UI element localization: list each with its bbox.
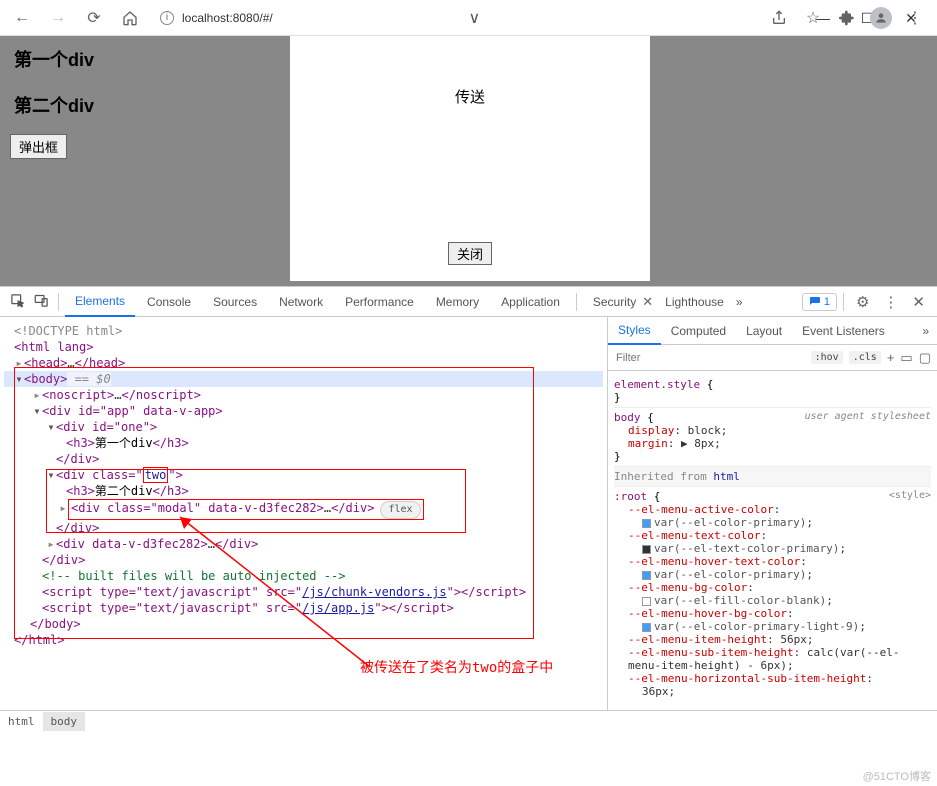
body-node[interactable]: <body> bbox=[24, 372, 67, 386]
styles-tabs-overflow[interactable]: » bbox=[914, 324, 937, 338]
styles-tab-styles[interactable]: Styles bbox=[608, 317, 661, 345]
modal-close-button[interactable]: 关闭 bbox=[448, 242, 492, 265]
tab-console[interactable]: Console bbox=[137, 287, 201, 317]
extensions-icon[interactable] bbox=[833, 4, 861, 32]
tab-performance[interactable]: Performance bbox=[335, 287, 424, 317]
breadcrumb: html body bbox=[0, 710, 937, 732]
tab-network[interactable]: Network bbox=[269, 287, 333, 317]
html-open[interactable]: <html lang> bbox=[14, 340, 93, 354]
watermark: @51CTO博客 bbox=[863, 768, 931, 784]
modal-title: 传送 bbox=[455, 86, 485, 107]
styles-panel: Styles Computed Layout Event Listeners »… bbox=[607, 317, 937, 710]
modal: 传送 关闭 bbox=[290, 36, 650, 281]
crumb-html[interactable]: html bbox=[0, 712, 43, 731]
reload-button[interactable]: ⟳ bbox=[80, 4, 108, 32]
flex-badge[interactable]: flex bbox=[380, 501, 420, 519]
menu-icon[interactable]: ⋮ bbox=[901, 4, 929, 32]
devtools-tab-bar: Elements Console Sources Network Perform… bbox=[0, 287, 937, 317]
security-close-icon[interactable]: ✕ bbox=[642, 294, 653, 310]
home-button[interactable] bbox=[116, 4, 144, 32]
device-toggle-icon[interactable] bbox=[30, 293, 52, 311]
page-viewport: 第一个div 第二个div 弹出框 传送 关闭 bbox=[0, 36, 937, 286]
annotation-text: 被传送在了类名为two的盒子中 bbox=[360, 660, 553, 676]
styles-filter-bar: :hov .cls + ▭ ▢ bbox=[608, 345, 937, 371]
popup-button[interactable]: 弹出框 bbox=[10, 134, 67, 159]
tab-elements[interactable]: Elements bbox=[65, 287, 135, 317]
styles-tabs: Styles Computed Layout Event Listeners » bbox=[608, 317, 937, 345]
tab-security[interactable]: Security bbox=[583, 287, 646, 317]
site-info-icon[interactable]: i bbox=[160, 11, 174, 25]
devtools-close-icon[interactable]: ✕ bbox=[906, 293, 931, 311]
modal-node-highlight[interactable]: <div class="modal" data-v-d3fec282>…</di… bbox=[68, 499, 424, 520]
share-icon[interactable] bbox=[765, 4, 793, 32]
styles-sidebar-toggle-icon[interactable]: ▢ bbox=[919, 350, 931, 366]
styles-tab-layout[interactable]: Layout bbox=[736, 317, 792, 345]
tab-sources[interactable]: Sources bbox=[203, 287, 267, 317]
url-bar: ← → ⟳ i localhost:8080/#/ ☆ ⋮ bbox=[0, 0, 937, 36]
styles-tab-computed[interactable]: Computed bbox=[661, 317, 736, 345]
back-button[interactable]: ← bbox=[8, 4, 36, 32]
inspect-icon[interactable] bbox=[6, 293, 28, 311]
computed-styles-icon[interactable]: ▭ bbox=[900, 350, 912, 366]
crumb-body[interactable]: body bbox=[43, 712, 86, 731]
url-text: localhost:8080/#/ bbox=[182, 11, 273, 25]
tab-lighthouse[interactable]: Lighthouse bbox=[655, 287, 734, 317]
doctype-node[interactable]: <!DOCTYPE html> bbox=[14, 324, 122, 338]
issues-badge[interactable]: 1 bbox=[802, 293, 837, 311]
styles-rules[interactable]: element.style {} user agent stylesheet b… bbox=[608, 371, 937, 710]
tabs-overflow-icon[interactable]: » bbox=[736, 295, 743, 309]
settings-gear-icon[interactable]: ⚙ bbox=[850, 293, 875, 311]
cls-toggle[interactable]: .cls bbox=[849, 351, 881, 364]
new-style-rule-icon[interactable]: + bbox=[887, 350, 895, 365]
profile-avatar[interactable] bbox=[867, 4, 895, 32]
devtools-menu-icon[interactable]: ⋮ bbox=[877, 293, 904, 311]
tab-memory[interactable]: Memory bbox=[426, 287, 489, 317]
hov-toggle[interactable]: :hov bbox=[811, 351, 843, 364]
two-class-highlight: two bbox=[143, 467, 169, 483]
dom-tree-panel[interactable]: <!DOCTYPE html> <html lang> ▸<head>…</he… bbox=[0, 317, 607, 710]
address-field[interactable]: i localhost:8080/#/ bbox=[152, 11, 757, 25]
styles-filter-input[interactable] bbox=[614, 350, 805, 366]
forward-button[interactable]: → bbox=[44, 4, 72, 32]
styles-tab-eventlisteners[interactable]: Event Listeners bbox=[792, 317, 895, 345]
bookmark-star-icon[interactable]: ☆ bbox=[799, 4, 827, 32]
devtools: Elements Console Sources Network Perform… bbox=[0, 286, 937, 732]
tab-application[interactable]: Application bbox=[491, 287, 570, 317]
app-div-node[interactable]: <div id="app" data-v-app> bbox=[42, 404, 223, 418]
